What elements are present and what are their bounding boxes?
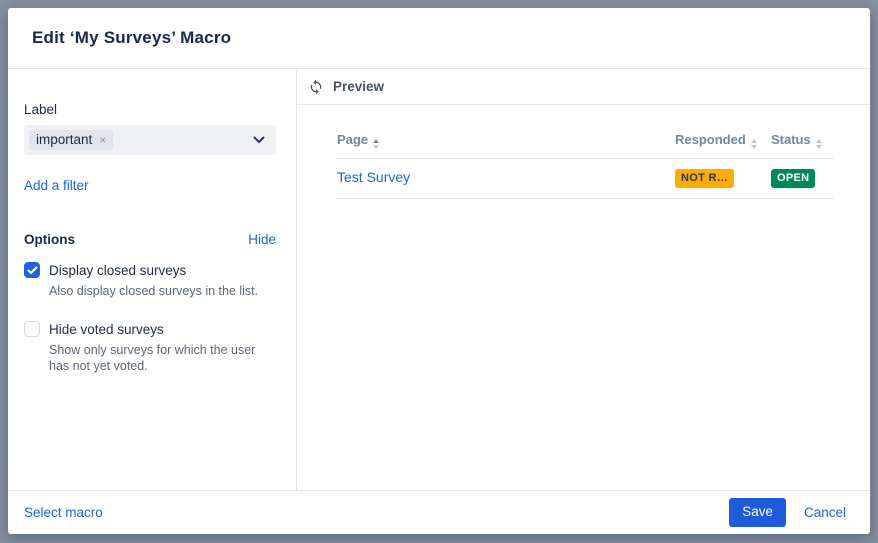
preview-panel: Preview Page Responded bbox=[297, 69, 870, 490]
options-heading: Options bbox=[24, 232, 75, 247]
preview-body: Page Responded Status bbox=[297, 105, 870, 199]
tag-remove-icon[interactable]: × bbox=[99, 134, 106, 146]
dialog-footer: Select macro Save Cancel bbox=[8, 490, 870, 534]
status-cell: OPEN bbox=[771, 159, 833, 199]
macro-parameters-panel: Label important × Add a filter Options H… bbox=[8, 69, 297, 490]
column-header-label: Status bbox=[771, 132, 811, 147]
survey-page-link[interactable]: Test Survey bbox=[337, 169, 410, 185]
option-display-closed: Display closed surveys Also display clos… bbox=[24, 262, 276, 299]
survey-table: Page Responded Status bbox=[337, 132, 833, 199]
label-field-label: Label bbox=[24, 102, 276, 117]
modal-backdrop: { "dialog": { "title": "Edit ‘My Surveys… bbox=[0, 0, 878, 543]
dialog-body: Label important × Add a filter Options H… bbox=[8, 69, 870, 490]
save-button[interactable]: Save bbox=[729, 498, 786, 526]
chevron-down-icon bbox=[253, 136, 265, 144]
label-select[interactable]: important × bbox=[24, 125, 276, 155]
checkbox-row: Display closed surveys bbox=[24, 262, 276, 278]
responded-cell: NOT R… bbox=[675, 159, 771, 199]
column-header-page[interactable]: Page bbox=[337, 132, 675, 159]
preview-heading: Preview bbox=[333, 79, 384, 94]
dialog-title: Edit ‘My Surveys’ Macro bbox=[32, 28, 231, 48]
label-tag-text: important bbox=[36, 133, 92, 147]
dialog-header: Edit ‘My Surveys’ Macro bbox=[8, 8, 870, 69]
page-cell: Test Survey bbox=[337, 159, 675, 199]
hide-options-link[interactable]: Hide bbox=[248, 232, 276, 247]
cancel-link[interactable]: Cancel bbox=[804, 505, 846, 520]
sort-icon bbox=[373, 139, 379, 149]
sort-icon bbox=[751, 139, 757, 149]
column-header-label: Page bbox=[337, 132, 368, 147]
display-closed-checkbox[interactable] bbox=[24, 262, 40, 278]
hide-voted-checkbox[interactable] bbox=[24, 321, 40, 337]
select-macro-link[interactable]: Select macro bbox=[24, 505, 103, 520]
table-header-row: Page Responded Status bbox=[337, 132, 833, 159]
hide-voted-description: Show only surveys for which the user has… bbox=[49, 343, 276, 374]
hide-voted-label[interactable]: Hide voted surveys bbox=[49, 322, 164, 337]
add-filter-link[interactable]: Add a filter bbox=[24, 178, 89, 193]
table-row: Test Survey NOT R… OPEN bbox=[337, 159, 833, 199]
column-header-label: Responded bbox=[675, 132, 746, 147]
display-closed-label[interactable]: Display closed surveys bbox=[49, 263, 186, 278]
responded-badge: NOT R… bbox=[675, 169, 734, 188]
preview-header: Preview bbox=[297, 69, 870, 105]
column-header-status[interactable]: Status bbox=[771, 132, 833, 159]
edit-macro-dialog: Edit ‘My Surveys’ Macro Label important … bbox=[8, 8, 870, 534]
sort-icon bbox=[816, 139, 822, 149]
refresh-icon[interactable] bbox=[308, 79, 324, 95]
checkbox-row: Hide voted surveys bbox=[24, 321, 276, 337]
options-row: Options Hide bbox=[24, 232, 276, 247]
display-closed-description: Also display closed surveys in the list. bbox=[49, 284, 276, 299]
option-hide-voted: Hide voted surveys Show only surveys for… bbox=[24, 321, 276, 374]
status-badge: OPEN bbox=[771, 169, 815, 188]
column-header-responded[interactable]: Responded bbox=[675, 132, 771, 159]
label-tag[interactable]: important × bbox=[29, 130, 113, 150]
